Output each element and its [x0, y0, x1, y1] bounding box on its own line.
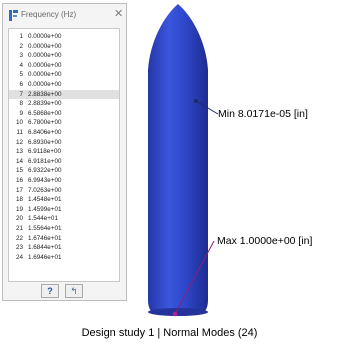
mode-frequency: 1.5564e+01 — [28, 225, 62, 232]
mode-number: 16 — [15, 177, 23, 184]
frequency-row[interactable]: 6 0.0000e+00 — [9, 80, 119, 90]
mode-frequency: 2.8839e+00 — [28, 100, 62, 108]
mode-frequency: 1.4599e+01 — [28, 205, 62, 213]
mode-number: 3 — [19, 52, 23, 60]
mode-number: 11 — [16, 129, 23, 136]
help-button[interactable]: ? — [41, 284, 59, 298]
mode-frequency: 0.0000e+00 — [28, 52, 62, 60]
mode-frequency: 2.8838e+00 — [28, 90, 62, 98]
mode-frequency: 6.9322e+00 — [28, 167, 62, 175]
mode-frequency: 0.0000e+00 — [28, 61, 62, 69]
max-displacement-label: Max 1.0000e+00 [in] — [217, 235, 313, 247]
frequency-row[interactable]: 17 7.0263e+00 — [9, 186, 119, 196]
mode-number: 10 — [15, 119, 23, 127]
mode-frequency: 7.0263e+00 — [28, 186, 62, 194]
frequency-row[interactable]: 16 6.9943e+00 — [9, 176, 119, 186]
mode-number: 19 — [15, 205, 23, 213]
frequency-row[interactable]: 13 6.9118e+00 — [9, 147, 119, 157]
mode-number: 18 — [15, 196, 23, 204]
mode-number: 20 — [15, 215, 23, 223]
mode-number: 17 — [15, 186, 23, 194]
panel-header: Frequency (Hz) ✕ — [3, 4, 126, 26]
mode-number: 15 — [15, 167, 23, 175]
frequency-row[interactable]: 12 6.8930e+00 — [9, 138, 119, 148]
study-caption: Design study 1 | Normal Modes (24) — [81, 327, 258, 339]
mode-number: 1 — [19, 33, 23, 40]
mode-frequency: 6.9181e+00 — [28, 157, 62, 165]
frequency-row[interactable]: 23 1.6844e+01 — [9, 243, 119, 253]
panel-title: Frequency (Hz) — [21, 10, 77, 19]
frequency-row[interactable]: 22 1.6746e+01 — [9, 234, 119, 244]
frequency-row[interactable]: 2 0.0000e+00 — [9, 42, 119, 52]
mode-frequency: 1.6946e+01 — [28, 253, 62, 261]
mode-number: 13 — [15, 148, 23, 156]
mode-number: 14 — [15, 157, 23, 165]
mode-number: 2 — [19, 42, 23, 50]
frequency-row[interactable]: 7 2.8838e+00 — [9, 89, 119, 100]
rocket-body — [148, 4, 208, 314]
frequency-row[interactable]: 8 2.8839e+00 — [9, 99, 119, 109]
frequency-row[interactable]: 3 0.0000e+00 — [9, 51, 119, 61]
mode-number: 22 — [15, 234, 23, 242]
mode-frequency: 6.5868e+00 — [28, 109, 62, 117]
min-marker — [194, 99, 198, 103]
mode-number: 23 — [15, 244, 23, 252]
frequency-row[interactable]: 20 1.544e+01 — [9, 214, 119, 224]
mode-number: 7 — [19, 90, 23, 98]
frequency-row[interactable]: 1 0.0000e+00 — [9, 32, 119, 42]
frequency-row[interactable]: 9 6.5868e+00 — [9, 109, 119, 119]
mode-number: 21 — [15, 225, 23, 232]
mode-frequency: 6.8406e+00 — [28, 129, 62, 136]
mode-frequency: 0.0000e+00 — [28, 81, 62, 88]
mode-number: 12 — [15, 138, 23, 146]
frequency-row[interactable]: 18 1.4548e+01 — [9, 195, 119, 205]
mode-frequency: 0.0000e+00 — [28, 42, 62, 50]
min-displacement-label: Min 8.0171e-05 [in] — [218, 108, 308, 120]
frequency-row[interactable]: 15 6.9322e+00 — [9, 166, 119, 176]
mode-frequency: 1.6844e+01 — [28, 244, 62, 252]
mode-frequency: 6.7800e+00 — [28, 119, 62, 127]
mode-frequency: 1.544e+01 — [28, 215, 58, 223]
mode-frequency: 1.6746e+01 — [28, 234, 62, 242]
frequency-row[interactable]: 24 1.6946e+01 — [9, 253, 119, 263]
mode-frequency: 6.9943e+00 — [28, 177, 62, 184]
frequency-row[interactable]: 19 1.4599e+01 — [9, 205, 119, 215]
mode-number: 9 — [19, 109, 23, 117]
mode-frequency: 6.9118e+00 — [28, 148, 61, 156]
frequency-panel: Frequency (Hz) ✕ 1 0.0000e+00 2 0.0000e+00 3… — [2, 3, 127, 301]
frequency-row[interactable]: 5 0.0000e+00 — [9, 70, 119, 80]
mode-frequency: 1.4548e+01 — [28, 196, 62, 204]
frequency-row[interactable]: 10 6.7800e+00 — [9, 118, 119, 128]
back-button[interactable]: ↰ — [65, 284, 83, 298]
frequency-row[interactable]: 4 0.0000e+00 — [9, 61, 119, 71]
mode-frequency: 6.8930e+00 — [28, 138, 62, 146]
mode-number: 5 — [19, 71, 23, 79]
frequency-icon — [9, 10, 18, 21]
frequency-row[interactable]: 14 6.9181e+00 — [9, 157, 119, 167]
mode-frequency: 0.0000e+00 — [28, 71, 62, 79]
mode-number: 4 — [19, 61, 23, 69]
frequency-row[interactable]: 21 1.5564e+01 — [9, 224, 119, 234]
mode-frequency: 0.0000e+00 — [28, 33, 62, 40]
frequency-list[interactable]: 1 0.0000e+00 2 0.0000e+00 3 0.0000e+00 4 0.0000… — [8, 28, 120, 282]
close-icon[interactable]: ✕ — [114, 8, 123, 20]
mode-number: 8 — [19, 100, 23, 108]
mode-number: 6 — [19, 81, 23, 88]
frequency-row[interactable]: 11 6.8406e+00 — [9, 128, 119, 138]
mode-number: 24 — [15, 253, 23, 261]
max-marker — [172, 311, 178, 317]
